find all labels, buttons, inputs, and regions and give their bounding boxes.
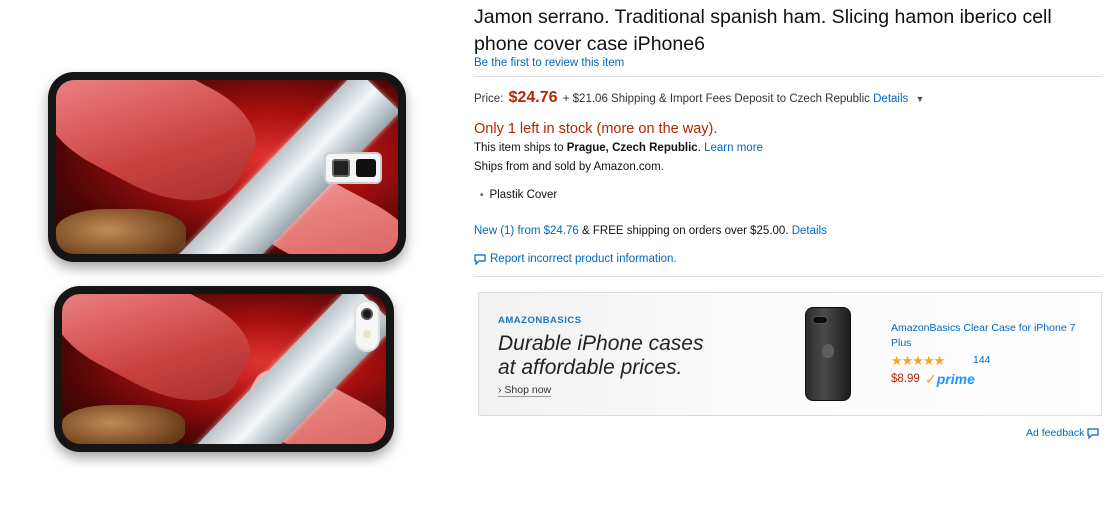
ships-prefix: This item ships to [474,142,564,154]
ships-suffix: . [697,142,701,154]
product-title: Jamon serrano. Traditional spanish ham. … [474,6,1052,55]
ad-phone-image[interactable] [805,307,851,401]
shop-now-link[interactable]: › Shop now [498,384,552,397]
ad-headline: Durable iPhone cases [498,332,704,355]
review-count[interactable]: 144 [973,354,991,366]
feature-bullet: Plastik Cover [480,189,558,201]
offers-details-link[interactable]: Details [792,225,827,237]
check-icon: ✓ [925,371,937,387]
ad-product-link[interactable]: AmazonBasics Clear Case for iPhone 7 Plu… [891,321,1081,351]
ad-feedback-label: Ad feedback [1026,427,1085,439]
product-image-main[interactable] [48,72,406,262]
camera-cutout [354,300,380,352]
shipping-details-link[interactable]: Details [873,93,908,105]
report-link-label: Report incorrect product information. [490,253,677,265]
new-offers-link[interactable]: New (1) from $24.76 [474,225,579,237]
price-value: $24.76 [508,89,558,106]
camera-cutout [324,152,382,184]
ham-artwork [62,294,386,444]
speech-bubble-icon [474,253,486,265]
review-link[interactable]: Be the first to review this item [474,57,624,69]
divider [474,76,1102,77]
ad-brand: AMAZONBASICS [498,315,582,326]
stock-status: Only 1 left in stock (more on the way). [474,121,718,137]
prime-label: prime [936,371,975,387]
ad-feedback-link[interactable]: Ad feedback [1026,427,1099,439]
rating-stars[interactable]: ★★★★★ [891,353,945,369]
product-image-alt[interactable] [54,286,394,452]
learn-more-link[interactable]: Learn more [704,142,763,154]
speech-bubble-icon [1087,427,1099,439]
sold-by: Ships from and sold by Amazon.com. [474,161,664,173]
price-label: Price: [474,93,504,105]
shipping-text: + $21.06 Shipping & Import Fees Deposit … [562,93,870,105]
divider [474,276,1102,277]
sponsored-ad[interactable]: AMAZONBASICS Durable iPhone cases at aff… [478,292,1102,416]
ad-price: $8.99 [891,373,920,385]
prime-badge: ✓prime [925,371,975,388]
report-link[interactable]: Report incorrect product information. [474,253,677,265]
ad-headline: at affordable prices. [498,356,683,379]
ships-to: This item ships to Prague, Czech Republi… [474,142,763,154]
offers-row: New (1) from $24.76 & FREE shipping on o… [474,225,827,237]
offers-text: & FREE shipping on orders over $25.00. [582,225,789,237]
price-row: Price: $24.76 + $21.06 Shipping & Import… [474,89,924,107]
caret-down-icon[interactable]: ▼ [915,94,924,104]
ships-location: Prague, Czech Republic [566,142,698,154]
